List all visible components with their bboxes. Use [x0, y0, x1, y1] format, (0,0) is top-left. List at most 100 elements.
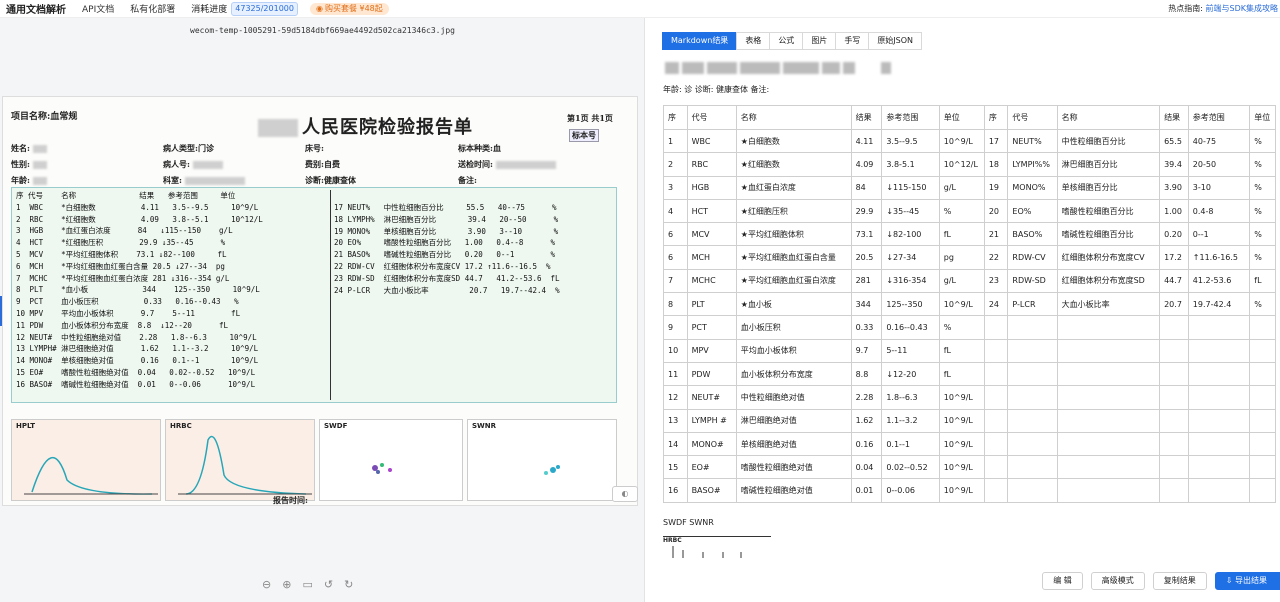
zoom-out-icon[interactable]: ⊖: [262, 578, 271, 591]
table-cell: 10: [663, 338, 688, 363]
table-cell: ↓35--45: [881, 198, 940, 224]
table-cell: [1187, 385, 1251, 410]
table-row: 13 LYMPH # 淋巴细胞绝对值 1.62 1.1--3.2 10^9/L: [663, 408, 1276, 433]
table-cell: [1159, 431, 1189, 457]
image-toggle-button[interactable]: ◐: [612, 486, 638, 502]
table-cell: 0.16--0.43: [881, 315, 940, 340]
nav-private-deploy[interactable]: 私有化部署: [130, 2, 175, 15]
zoom-in-icon[interactable]: ⊕: [282, 578, 291, 591]
table-cell: 血小板体积分布宽度: [735, 361, 852, 387]
doc-fee: 费别:自费: [305, 159, 340, 169]
table-cell: 8.8: [850, 361, 883, 387]
table-cell: [1007, 361, 1058, 387]
table-cell: 0--1: [1187, 222, 1251, 247]
doc-send-time: 送检时间:: [458, 159, 556, 170]
tab-raw-json[interactable]: 原始JSON: [868, 32, 923, 50]
table-cell: [1007, 338, 1058, 363]
table-cell: [1159, 361, 1189, 387]
table-cell: 20: [983, 198, 1009, 224]
table-cell: [1056, 338, 1161, 363]
table-cell: 40-75: [1187, 128, 1251, 154]
doc-bed: 床号:: [305, 143, 324, 153]
table-cell: 3.5--9.5: [881, 128, 940, 154]
table-cell: %: [1249, 175, 1276, 200]
table-cell: fL: [938, 361, 985, 387]
table-cell: RBC: [686, 152, 737, 177]
table-cell: g/L: [938, 268, 985, 294]
tab-markdown[interactable]: Markdown结果: [662, 32, 738, 50]
table-cell: HCT: [686, 198, 737, 224]
rotate-right-icon[interactable]: ↻: [344, 578, 353, 591]
doc-dept: 科室:: [163, 175, 245, 186]
advanced-mode-button[interactable]: 高级模式: [1090, 572, 1145, 590]
table-cell: ↓27-34: [881, 245, 940, 270]
table-cell: 4.11: [850, 128, 883, 154]
scatter-swnr: SWNR: [467, 419, 617, 501]
table-cell: %: [1249, 222, 1276, 247]
redacted-gap: [858, 62, 878, 74]
swnr-scatter: [544, 465, 560, 475]
doc-remark: 备注:: [458, 175, 477, 185]
table-cell: 0.20: [1159, 222, 1189, 247]
table-cell: 281: [850, 268, 883, 294]
table-cell: 淋巴细胞百分比: [1056, 152, 1161, 177]
table-cell: 嗜酸性粒细胞绝对值: [735, 455, 852, 480]
table-cell: %: [1249, 128, 1276, 154]
nav-api-docs[interactable]: API文档: [82, 2, 114, 15]
doc-diagnosis: 诊断:健康查体: [305, 175, 356, 185]
table-cell: 2.28: [850, 385, 883, 410]
redacted-block: [682, 62, 704, 74]
table-cell: 14: [663, 431, 688, 457]
table-cell: 29.9: [850, 198, 883, 224]
hotspot-label: 热点指南:: [1168, 4, 1203, 13]
table-cell: 125--350: [881, 292, 940, 317]
table-header-cell: 名称: [1056, 105, 1161, 130]
table-cell: 6: [663, 222, 688, 247]
table-cell: fL: [1249, 268, 1276, 294]
table-row: 16 BASO# 嗜碱性粒细胞绝对值 0.01 0--0.06 10^9/L: [663, 478, 1276, 503]
doc-page-info: 第1页 共1页: [567, 113, 613, 123]
tab-handwriting[interactable]: 手写: [835, 32, 870, 50]
buy-package-button[interactable]: ◉ 购买套餐 ¥48起: [309, 2, 389, 15]
table-cell: [1159, 315, 1189, 340]
hotspot-link[interactable]: 前端与SDK集成攻略: [1206, 4, 1278, 13]
fit-page-icon[interactable]: ▭: [302, 578, 312, 591]
redacted-block: [32, 161, 47, 169]
rotate-left-icon[interactable]: ↺: [324, 578, 333, 591]
table-cell: 0.4-8: [1187, 198, 1251, 224]
copy-result-button[interactable]: 复制结果: [1152, 572, 1207, 590]
table-cell: 41.2-53.6: [1187, 268, 1251, 294]
table-header-cell: 参考范围: [881, 105, 940, 130]
table-header-cell: 序: [983, 105, 1009, 130]
table-row: 15 EO# 嗜酸性粒细胞绝对值 0.04 0.02--0.52 10^9/L: [663, 455, 1276, 480]
table-cell: %: [1249, 152, 1276, 177]
table-cell: 单核细胞百分比: [1056, 175, 1161, 200]
doc-name-field: 姓名:: [11, 143, 47, 154]
hplt-curve: [24, 457, 158, 495]
doc-patient-type: 病人类型:门诊: [163, 143, 214, 153]
table-cell: 4.09: [850, 152, 883, 177]
table-cell: 3.90: [1159, 175, 1189, 200]
table-cell: [1056, 408, 1161, 433]
table-cell: RDW-CV: [1007, 245, 1058, 270]
redacted-block: [707, 62, 737, 74]
tab-formula[interactable]: 公式: [769, 32, 804, 50]
tab-table[interactable]: 表格: [736, 32, 771, 50]
table-cell: [1249, 315, 1276, 340]
small-chart-thumbnail: HRBC: [663, 536, 771, 562]
table-cell: WBC: [686, 128, 737, 154]
table-cell: 9.7: [850, 338, 883, 363]
tab-image[interactable]: 图片: [802, 32, 837, 50]
table-cell: 10^9/L: [938, 455, 985, 480]
table-cell: PLT: [686, 292, 737, 317]
edit-button[interactable]: 编 辑: [1042, 572, 1083, 590]
table-row: 14 MONO# 单核细胞绝对值 0.16 0.1--1 10^9/L: [663, 431, 1276, 457]
table-cell: fL: [938, 338, 985, 363]
table-cell: %: [938, 198, 985, 224]
table-row: 3 HGB ★血红蛋白浓度 84 ↓115-150 g/L 19 MONO% 单核细胞百分比 3.…: [663, 175, 1276, 200]
doc-result-table: 序 代号 名称 结果 参考范围 单位 1 WBC *白细胞数 4.11 3.5-…: [11, 187, 617, 403]
export-result-button[interactable]: ⇩ 导出结果: [1214, 572, 1280, 590]
table-cell: EO#: [686, 455, 737, 480]
swdf-scatter: [372, 463, 392, 474]
table-cell: 39.4: [1159, 152, 1189, 177]
